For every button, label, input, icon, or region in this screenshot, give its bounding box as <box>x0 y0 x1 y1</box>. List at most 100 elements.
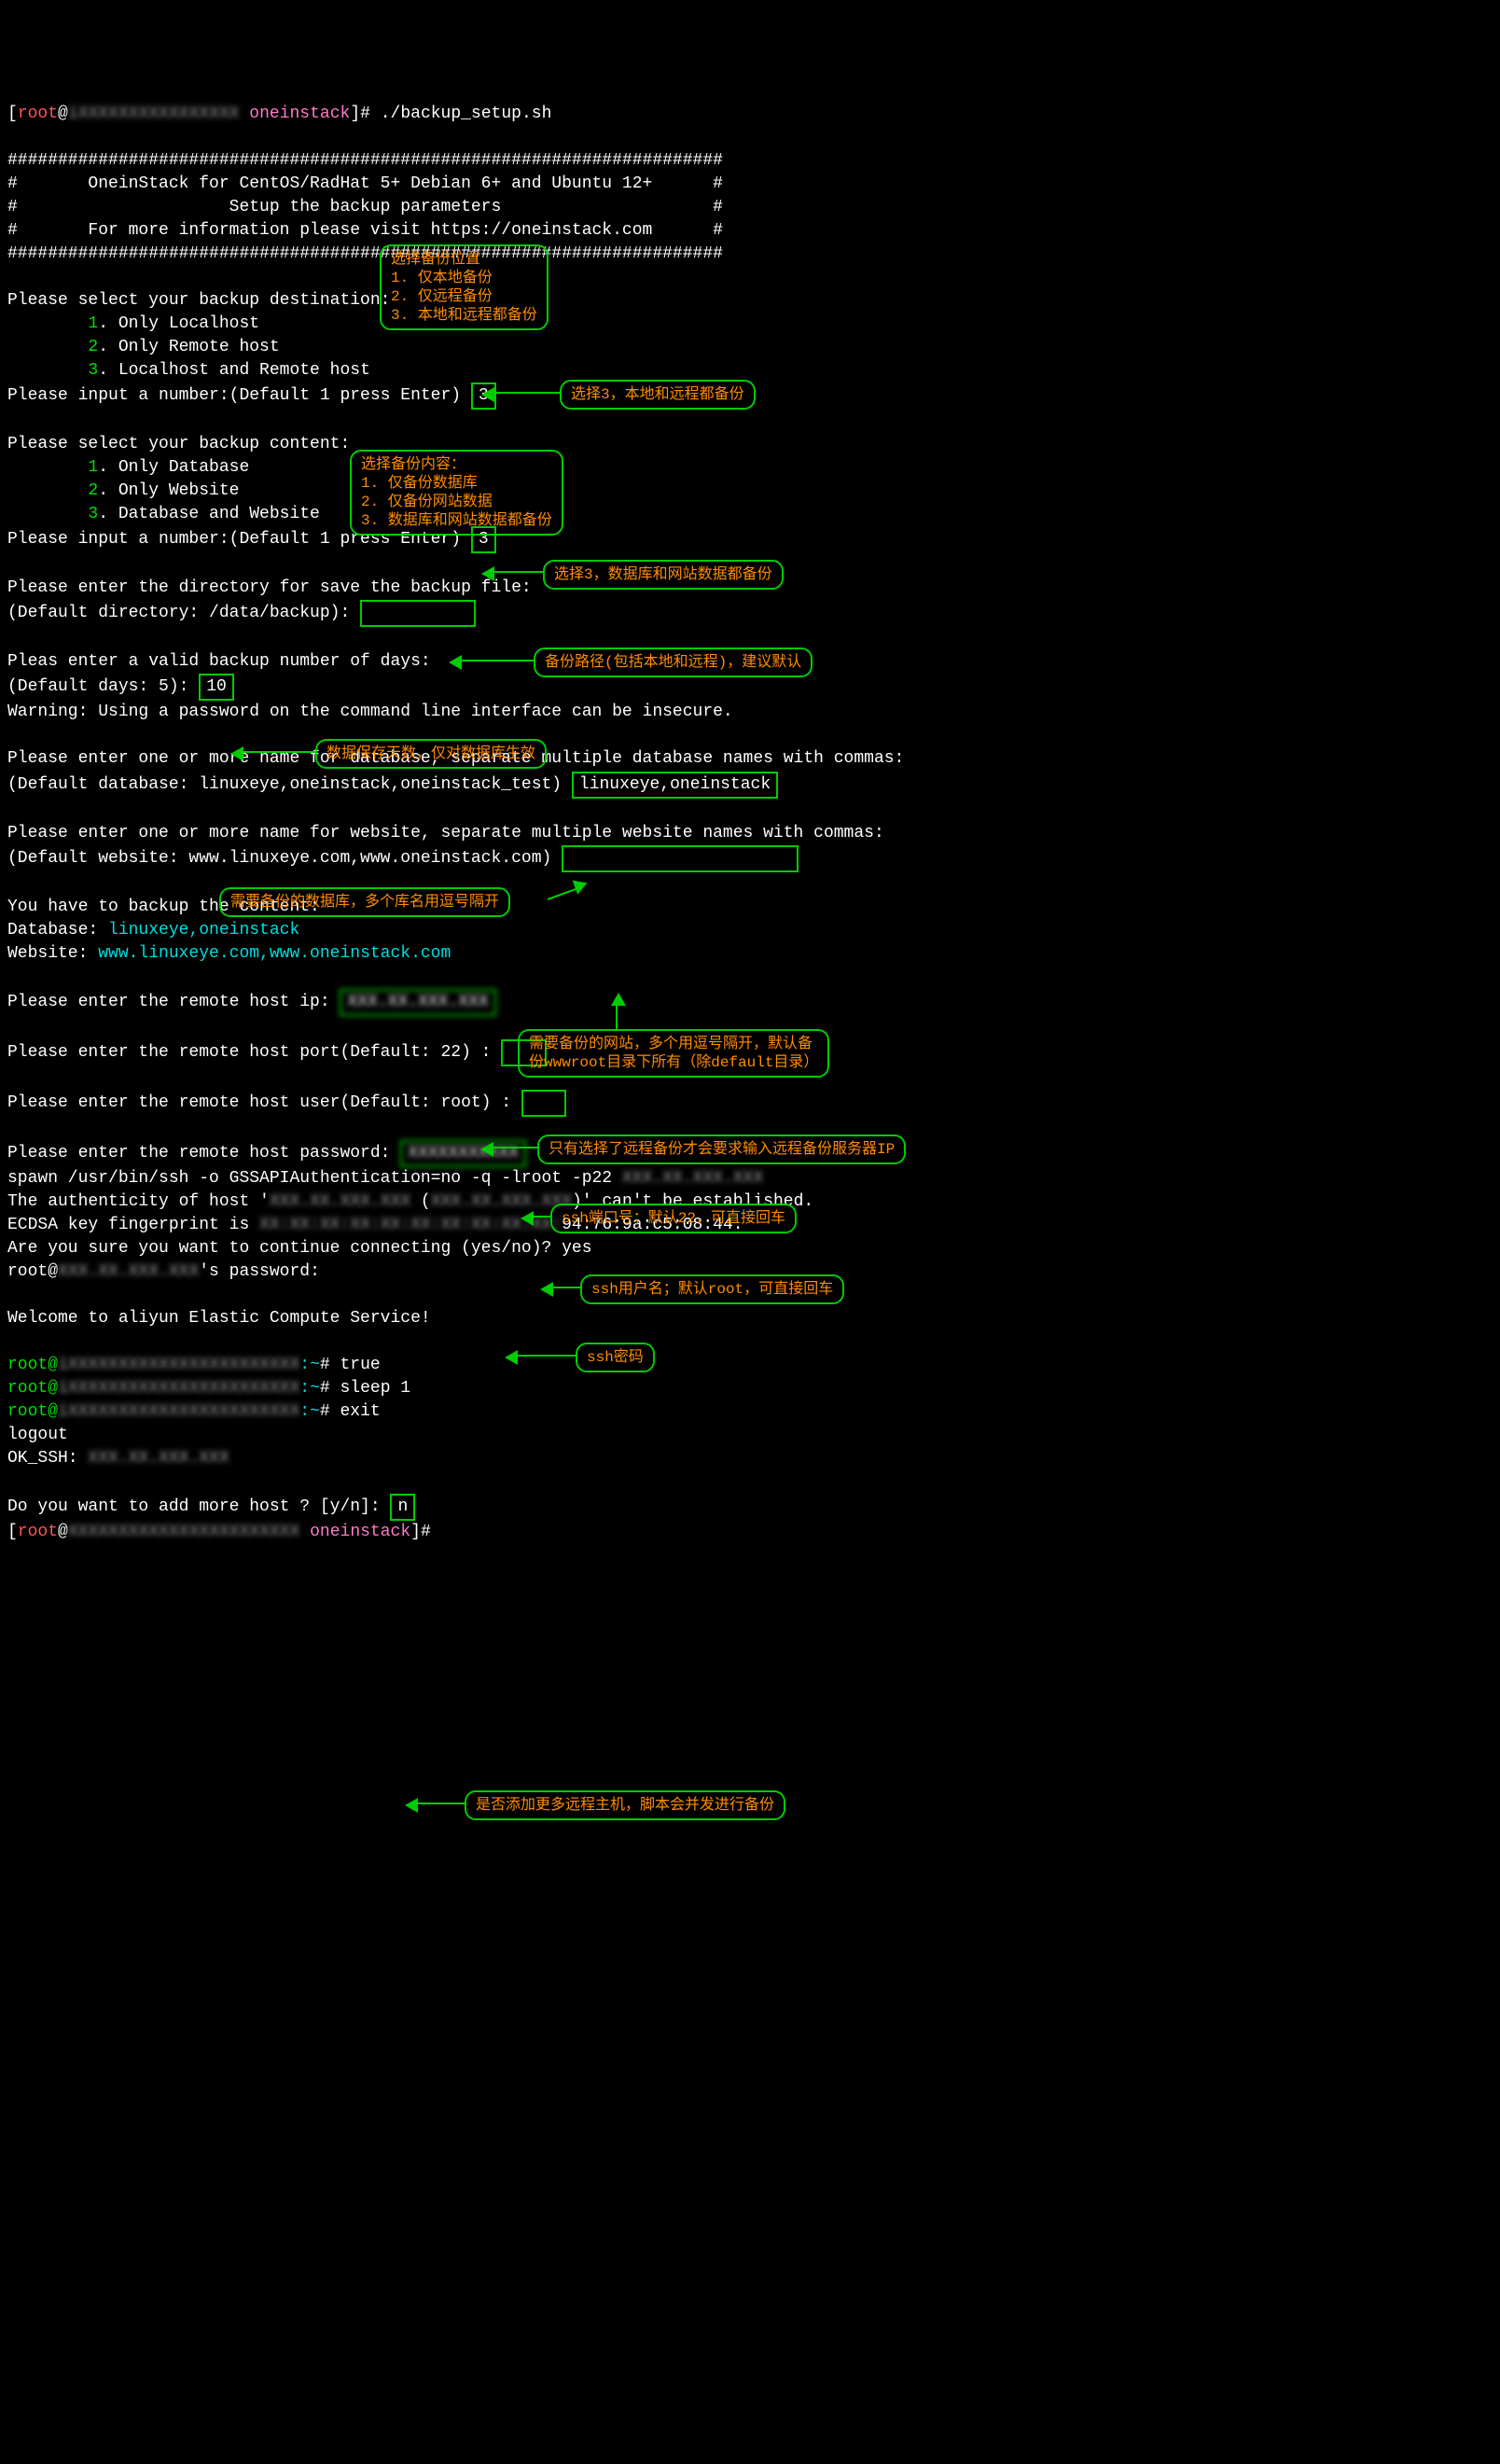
ssh-spawn: spawn /usr/bin/ssh -o GSSAPIAuthenticati… <box>7 1169 622 1188</box>
e2: ]# <box>410 1523 440 1541</box>
ssh-pw-ip: XXX.XX.XXX.XXX <box>58 1262 199 1281</box>
prompt-bracket: [ <box>7 104 18 123</box>
a2: ( <box>410 1192 431 1211</box>
annot-more: 是否添加更多远程主机，脚本会并发进行备份 <box>465 1790 785 1820</box>
typed-command[interactable]: ./backup_setup.sh <box>381 104 552 123</box>
banner-l3: # For more information please visit http… <box>7 221 723 240</box>
rhost-ip-input[interactable]: XXX.XX.XXX.XXX <box>340 989 495 1016</box>
banner-l2: # Setup the backup parameters # <box>7 198 723 216</box>
days-l1: Pleas enter a valid backup number of day… <box>7 652 431 671</box>
arrow-icon <box>487 392 560 394</box>
dest-opt2: . Only Remote host <box>98 338 279 356</box>
remote-cmd-true[interactable]: true <box>340 1356 380 1374</box>
annot-dest-in: 选择3，本地和远程都备份 <box>560 380 756 410</box>
okssh-v: XXX.XX.XXX.XXX <box>88 1449 229 1468</box>
annot-ip: 只有选择了远程备份才会要求输入远程备份服务器IP <box>537 1135 906 1164</box>
prompt-cwd: oneinstack <box>249 104 350 123</box>
ssh-auth: The authenticity of host ' <box>7 1192 270 1211</box>
dir-input[interactable] <box>360 600 476 627</box>
ws-l1: Please enter one or more name for websit… <box>7 824 884 842</box>
days-warn: Warning: Using a password on the command… <box>7 703 733 721</box>
r1p: :~ <box>299 1356 320 1374</box>
ssh-fp: ECDSA key fingerprint is <box>7 1216 259 1234</box>
content-opt2: . Only Website <box>98 481 239 500</box>
okssh-k: OK_SSH: <box>7 1449 88 1468</box>
arrow-icon <box>487 571 543 573</box>
ssh-pw1: root@ <box>7 1262 58 1281</box>
dir-l2: (Default directory: /data/backup): <box>7 604 360 622</box>
ssh-auth-ip: XXX.XX.XXX.XXX <box>431 1192 572 1211</box>
annot-user: ssh用户名；默认root，可直接回车 <box>580 1274 844 1304</box>
dir-l1: Please enter the directory for save the … <box>7 578 532 597</box>
rhost-portk: Please enter the remote host port(Defaul… <box>7 1043 501 1062</box>
r3h: iXXXXXXXXXXXXXXXXXXXXXXX <box>58 1402 299 1421</box>
annot-pw: ssh密码 <box>576 1343 655 1372</box>
annot-content-in: 选择3，数据库和网站数据都备份 <box>543 560 784 590</box>
arrow-icon <box>526 1216 550 1218</box>
banner-hr: ########################################… <box>7 244 723 263</box>
at2: @ <box>58 1523 68 1541</box>
dest-opt1: . Only Localhost <box>98 314 259 333</box>
summary-wsv: www.linuxeye.com,www.oneinstack.com <box>98 944 451 963</box>
more-q: Do you want to add more host ? [y/n]: <box>7 1497 390 1516</box>
summary-wsk: Website: <box>7 944 98 963</box>
annot-dir: 备份路径(包括本地和远程)，建议默认 <box>534 647 812 677</box>
at: @ <box>58 104 68 123</box>
d2: oneinstack <box>310 1523 410 1541</box>
remote-cmd-sleep[interactable]: sleep 1 <box>340 1379 410 1398</box>
summary-dbv: linuxeye,oneinstack <box>108 921 299 940</box>
ssh-continue[interactable]: Are you sure you want to continue connec… <box>7 1239 592 1258</box>
n: 1 <box>7 314 98 333</box>
arrow-icon <box>510 1355 576 1357</box>
content-opt3: . Database and Website <box>98 505 320 523</box>
days-input[interactable]: 10 <box>199 674 234 701</box>
rhost-userk: Please enter the remote host user(Defaul… <box>7 1093 521 1112</box>
n: 3 <box>7 361 98 380</box>
rhost-pw-input[interactable]: XXXXXXXXXXX <box>400 1140 526 1167</box>
r3s: # <box>320 1402 340 1421</box>
ws-l2: (Default website: www.linuxeye.com,www.o… <box>7 849 562 868</box>
arrow-icon <box>486 1147 537 1148</box>
annot-ws: 需要备份的网站，多个用逗号隔开，默认备 份wwwroot目录下所有（除defau… <box>518 1029 829 1078</box>
sp2 <box>299 1523 310 1541</box>
prompt-host: iXXXXXXXXXXXXXXXX <box>68 104 240 123</box>
ssh-pw2: 's password: <box>199 1262 320 1281</box>
arrow-icon <box>410 1803 465 1804</box>
ssh-welcome: Welcome to aliyun Elastic Compute Servic… <box>7 1309 431 1328</box>
db-input[interactable]: linuxeye,oneinstack <box>572 772 778 799</box>
remote-cmd-exit[interactable]: exit <box>340 1402 380 1421</box>
ws-input[interactable] <box>562 845 799 872</box>
content-title: Please select your backup content: <box>7 435 350 453</box>
arrow-icon <box>236 751 315 753</box>
r1h: iXXXXXXXXXXXXXXXXXXXXXXX <box>58 1356 299 1374</box>
u2: root <box>18 1523 58 1541</box>
arrow-icon <box>548 885 583 900</box>
sp <box>239 104 249 123</box>
n: 2 <box>7 481 98 500</box>
rhost-user-input[interactable] <box>521 1090 566 1117</box>
arrow-icon <box>546 1287 580 1288</box>
content-opt1: . Only Database <box>98 458 249 477</box>
b2: [ <box>7 1523 18 1541</box>
r3a: root@ <box>7 1402 58 1421</box>
annot-port: ssh端口号；默认22，可直接回车 <box>550 1204 797 1233</box>
annot-db: 需要备份的数据库，多个库名用逗号隔开 <box>219 887 510 917</box>
r2a: root@ <box>7 1379 58 1398</box>
h2: XXXXXXXXXXXXXXXXXXXXXXX <box>68 1523 299 1541</box>
r1s: # <box>320 1356 340 1374</box>
r2h: iXXXXXXXXXXXXXXXXXXXXXXX <box>58 1379 299 1398</box>
days-l2: (Default days: 5): <box>7 677 199 696</box>
arrow-icon <box>454 660 534 661</box>
more-input[interactable]: n <box>390 1494 415 1521</box>
annot-content: 选择备份内容： 1. 仅备份数据库 2. 仅备份网站数据 3. 数据库和网站数据… <box>350 450 563 536</box>
r3p: :~ <box>299 1402 320 1421</box>
r2s: # <box>320 1379 340 1398</box>
logout: logout <box>7 1426 68 1444</box>
annot-days: 数据保存天数，仅对数据库生效 <box>315 739 547 769</box>
rhost-pwk: Please enter the remote host password: <box>7 1144 400 1162</box>
arrow-up-icon <box>616 998 618 1029</box>
summary-dbk: Database: <box>7 921 108 940</box>
n: 1 <box>7 458 98 477</box>
dest-opt3: . Localhost and Remote host <box>98 361 370 380</box>
ssh-auth-h: XXX.XX.XXX.XXX <box>270 1192 410 1211</box>
